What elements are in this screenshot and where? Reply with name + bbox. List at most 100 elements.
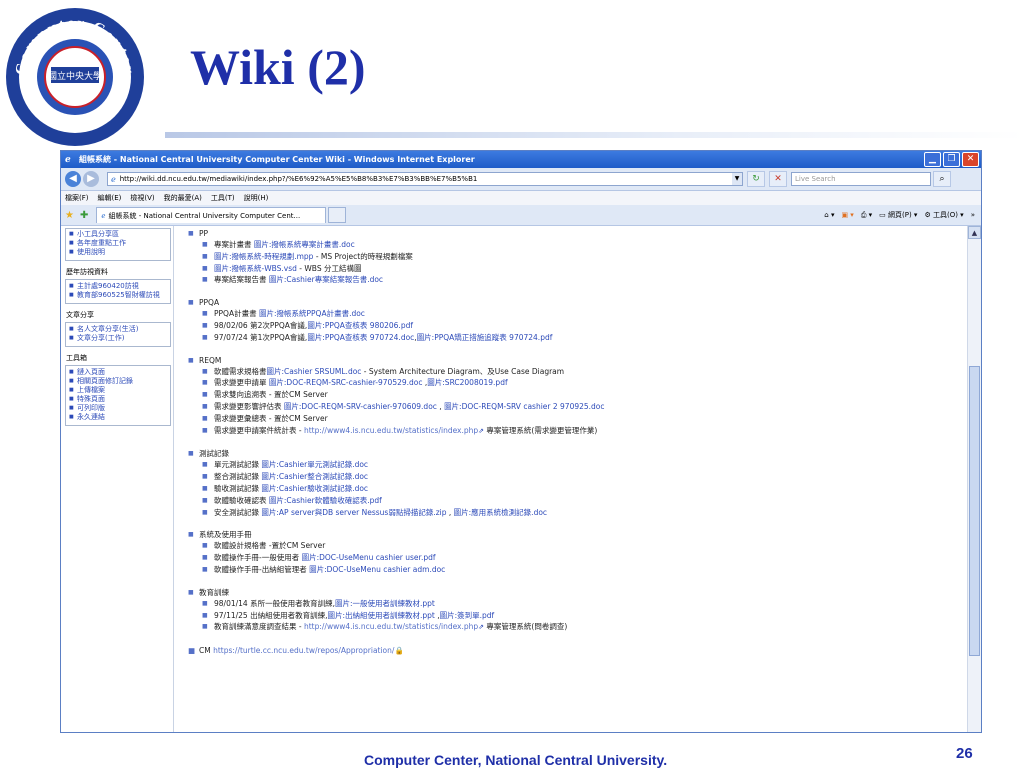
sidebar-link-label: 教育部960525智財權訪視: [77, 291, 160, 299]
page-icon: ℯ: [111, 174, 116, 184]
favorites-star-icon[interactable]: ★: [65, 210, 74, 221]
file-link[interactable]: 圖片:簽到單.pdf: [440, 611, 495, 620]
sidebar-link[interactable]: ■ 鏈入頁面: [69, 368, 168, 377]
add-favorite-icon[interactable]: ✚: [80, 210, 88, 221]
content-section: ■ REQM ■ 軟體需求規格書圖片:Cashier SRSUML.doc - Sys…: [188, 355, 981, 438]
sidebar-link-label: 使用說明: [77, 248, 105, 256]
menu-item[interactable]: 編輯(E): [98, 193, 122, 203]
file-link[interactable]: 圖片:應用系統檢測記錄.doc: [454, 508, 547, 517]
file-link[interactable]: 圖片:Cashier驗收測試記錄.doc: [261, 484, 368, 493]
window-titlebar[interactable]: ℯ 組帳系統 - National Central University Com…: [61, 151, 981, 168]
file-link[interactable]: 圖片:DOC-UseMenu cashier user.pdf: [302, 553, 436, 562]
bullet: ■: [202, 252, 208, 260]
sidebar-link[interactable]: ■ 小工具分享區: [69, 230, 168, 239]
slide-footer: Computer Center, National Central Univer…: [364, 752, 668, 768]
section-title: REQM: [199, 355, 222, 365]
file-link[interactable]: 圖片:PPQA查核表 980206.pdf: [307, 321, 413, 330]
logo-center-text: 國立中央大學: [48, 70, 102, 82]
page-viewport: ■ 小工具分享區 ■ 各年度重點工作 ■ 使用說明 歷年訪視資料 ■ 主計處960420訪視 ■ 教…: [61, 226, 981, 732]
address-dropdown-icon[interactable]: ▼: [732, 173, 742, 185]
file-link[interactable]: 圖片:Cashier專案結案報告書.doc: [269, 275, 383, 284]
file-link[interactable]: 圖片:PPQA矯正措施追蹤表 970724.pdf: [417, 333, 553, 342]
sidebar-link[interactable]: ■ 名人文章分享(生活): [69, 325, 168, 334]
bullet: ■: [202, 414, 208, 422]
file-link[interactable]: 圖片:DOC-UseMenu cashier adm.doc: [309, 565, 445, 574]
menu-bar: 檔案(F) 編輯(E) 檢視(V) 我的最愛(A) 工具(T) 說明(H): [61, 191, 981, 205]
sidebar-link[interactable]: ■ 相關頁面修訂記錄: [69, 377, 168, 386]
sidebar-link-label: 可列印版: [77, 404, 105, 412]
minimize-button[interactable]: ▁: [924, 152, 941, 167]
sidebar-link[interactable]: ■ 特殊頁面: [69, 395, 168, 404]
tools-menu-label: 工具(O): [932, 211, 958, 219]
ie-window: ℯ 組帳系統 - National Central University Com…: [60, 150, 982, 733]
file-link[interactable]: 圖片:撥帳系統-時程規劃.mpp: [214, 252, 313, 261]
page-menu[interactable]: ▭ 網頁(P) ▾: [879, 210, 917, 220]
refresh-button[interactable]: ↻: [747, 171, 765, 187]
home-icon[interactable]: ⌂ ▾: [824, 211, 834, 219]
close-button[interactable]: ✕: [962, 152, 979, 167]
file-link[interactable]: 圖片:Cashier SRSUML.doc: [267, 367, 362, 376]
command-bar: ⌂ ▾ ▣ ▾ ⎙ ▾ ▭ 網頁(P) ▾ ⚙ 工具(O) ▾ »: [824, 210, 975, 220]
file-link[interactable]: 圖片:出納組使用者訓練教材.ppt: [327, 611, 434, 620]
sidebar-link[interactable]: ■ 主計處960420訪視: [69, 282, 168, 291]
back-button[interactable]: ◀: [65, 171, 81, 187]
page-menu-label: 網頁(P): [888, 211, 912, 219]
file-link[interactable]: 圖片:Cashier整合測試記錄.doc: [261, 472, 368, 481]
bullet: ■: [188, 646, 196, 656]
file-link[interactable]: 圖片:撥帳系統專案計畫書.doc: [254, 240, 355, 249]
sidebar-portlet: 工具箱 ■ 鏈入頁面 ■ 相關頁面修訂記錄 ■ 上傳檔案 ■ 特殊頁面 ■ 可列印版 ■ 永久連結: [65, 351, 171, 426]
scroll-thumb[interactable]: [969, 366, 980, 656]
sidebar-link[interactable]: ■ 上傳檔案: [69, 386, 168, 395]
file-link[interactable]: 圖片:DOC-REQM-SRV-cashier-970609.doc: [284, 402, 437, 411]
menu-item[interactable]: 檔案(F): [65, 193, 89, 203]
sidebar-link[interactable]: ■ 使用說明: [69, 248, 168, 257]
content-section: ■ 教育訓練 ■ 98/01/14 系所一般使用者教育訓練,圖片:一般使用者訓練教材.…: [188, 587, 981, 634]
bullet: ■: [202, 623, 208, 631]
sidebar-link[interactable]: ■ 可列印版: [69, 404, 168, 413]
item-text: 98/02/06 第2次PPQA會議,: [214, 320, 308, 330]
search-input[interactable]: Live Search: [791, 172, 931, 186]
bullet: ■: [202, 310, 208, 318]
external-link[interactable]: http://www4.is.ncu.edu.tw/statistics/ind…: [304, 426, 478, 435]
sidebar-link[interactable]: ■ 教育部960525智財權訪視: [69, 291, 168, 300]
menu-item[interactable]: 工具(T): [211, 193, 235, 203]
file-link[interactable]: 圖片:撥帳系統-WBS.vsd: [214, 264, 297, 273]
section-heading: ■ PPQA: [188, 297, 981, 308]
menu-item[interactable]: 檢視(V): [130, 193, 154, 203]
print-icon[interactable]: ⎙ ▾: [861, 211, 872, 220]
item-text: 軟體操作手冊-出納組管理者: [214, 564, 310, 574]
forward-button[interactable]: ▶: [83, 171, 99, 187]
sidebar-link[interactable]: ■ 文章分享(工作): [69, 334, 168, 343]
new-tab-button[interactable]: [328, 207, 347, 223]
menu-item[interactable]: 我的最愛(A): [164, 193, 202, 203]
tools-menu[interactable]: ⚙ 工具(O) ▾: [924, 210, 963, 220]
bullet: ■: [202, 473, 208, 481]
chevron-more-icon[interactable]: »: [971, 211, 975, 219]
address-input[interactable]: ℯ http://wiki.dd.ncu.edu.tw/mediawiki/in…: [107, 172, 743, 186]
feeds-icon[interactable]: ▣ ▾: [841, 211, 853, 219]
item-text: 安全測試記錄: [214, 507, 262, 517]
vertical-scrollbar[interactable]: ▲: [967, 226, 981, 732]
tab-current[interactable]: ℯ 組帳系統 - National Central University Com…: [96, 207, 327, 223]
file-link[interactable]: 圖片:Cashier單元測試記錄.doc: [261, 460, 368, 469]
file-link[interactable]: 圖片:撥帳系統PPQA計畫書.doc: [259, 309, 365, 318]
file-link[interactable]: 圖片:DOC-REQM-SRV cashier 2 970925.doc: [444, 402, 604, 411]
bullet: ■: [202, 461, 208, 469]
cm-link[interactable]: https://turtle.cc.ncu.edu.tw/repos/Appro…: [213, 646, 394, 655]
file-link[interactable]: 圖片:AP server與DB server Nessus弱點掃描記錄.zip: [261, 508, 446, 517]
menu-item[interactable]: 說明(H): [244, 193, 269, 203]
file-link[interactable]: 圖片:一般使用者訓練教材.ppt: [335, 599, 435, 608]
external-link[interactable]: http://www4.is.ncu.edu.tw/statistics/ind…: [304, 622, 478, 631]
sidebar-link[interactable]: ■ 永久連結: [69, 413, 168, 422]
maximize-button[interactable]: ❐: [943, 152, 960, 167]
wiki-sidebar: ■ 小工具分享區 ■ 各年度重點工作 ■ 使用說明 歷年訪視資料 ■ 主計處960420訪視 ■ 教…: [61, 226, 174, 732]
scroll-up-icon[interactable]: ▲: [968, 226, 981, 239]
file-link[interactable]: 圖片:DOC-REQM-SRC-cashier-970529.doc: [269, 378, 423, 387]
sidebar-link[interactable]: ■ 各年度重點工作: [69, 239, 168, 248]
file-link[interactable]: 圖片:PPQA查核表 970724.doc: [307, 333, 414, 342]
file-link[interactable]: 圖片:Cashier軟體驗收確認表.pdf: [269, 496, 382, 505]
stop-button[interactable]: ✕: [769, 171, 787, 187]
file-link[interactable]: 圖片:SRC2008019.pdf: [427, 378, 507, 387]
search-icon[interactable]: ⌕: [933, 171, 951, 187]
bullet: ■: [69, 405, 74, 411]
